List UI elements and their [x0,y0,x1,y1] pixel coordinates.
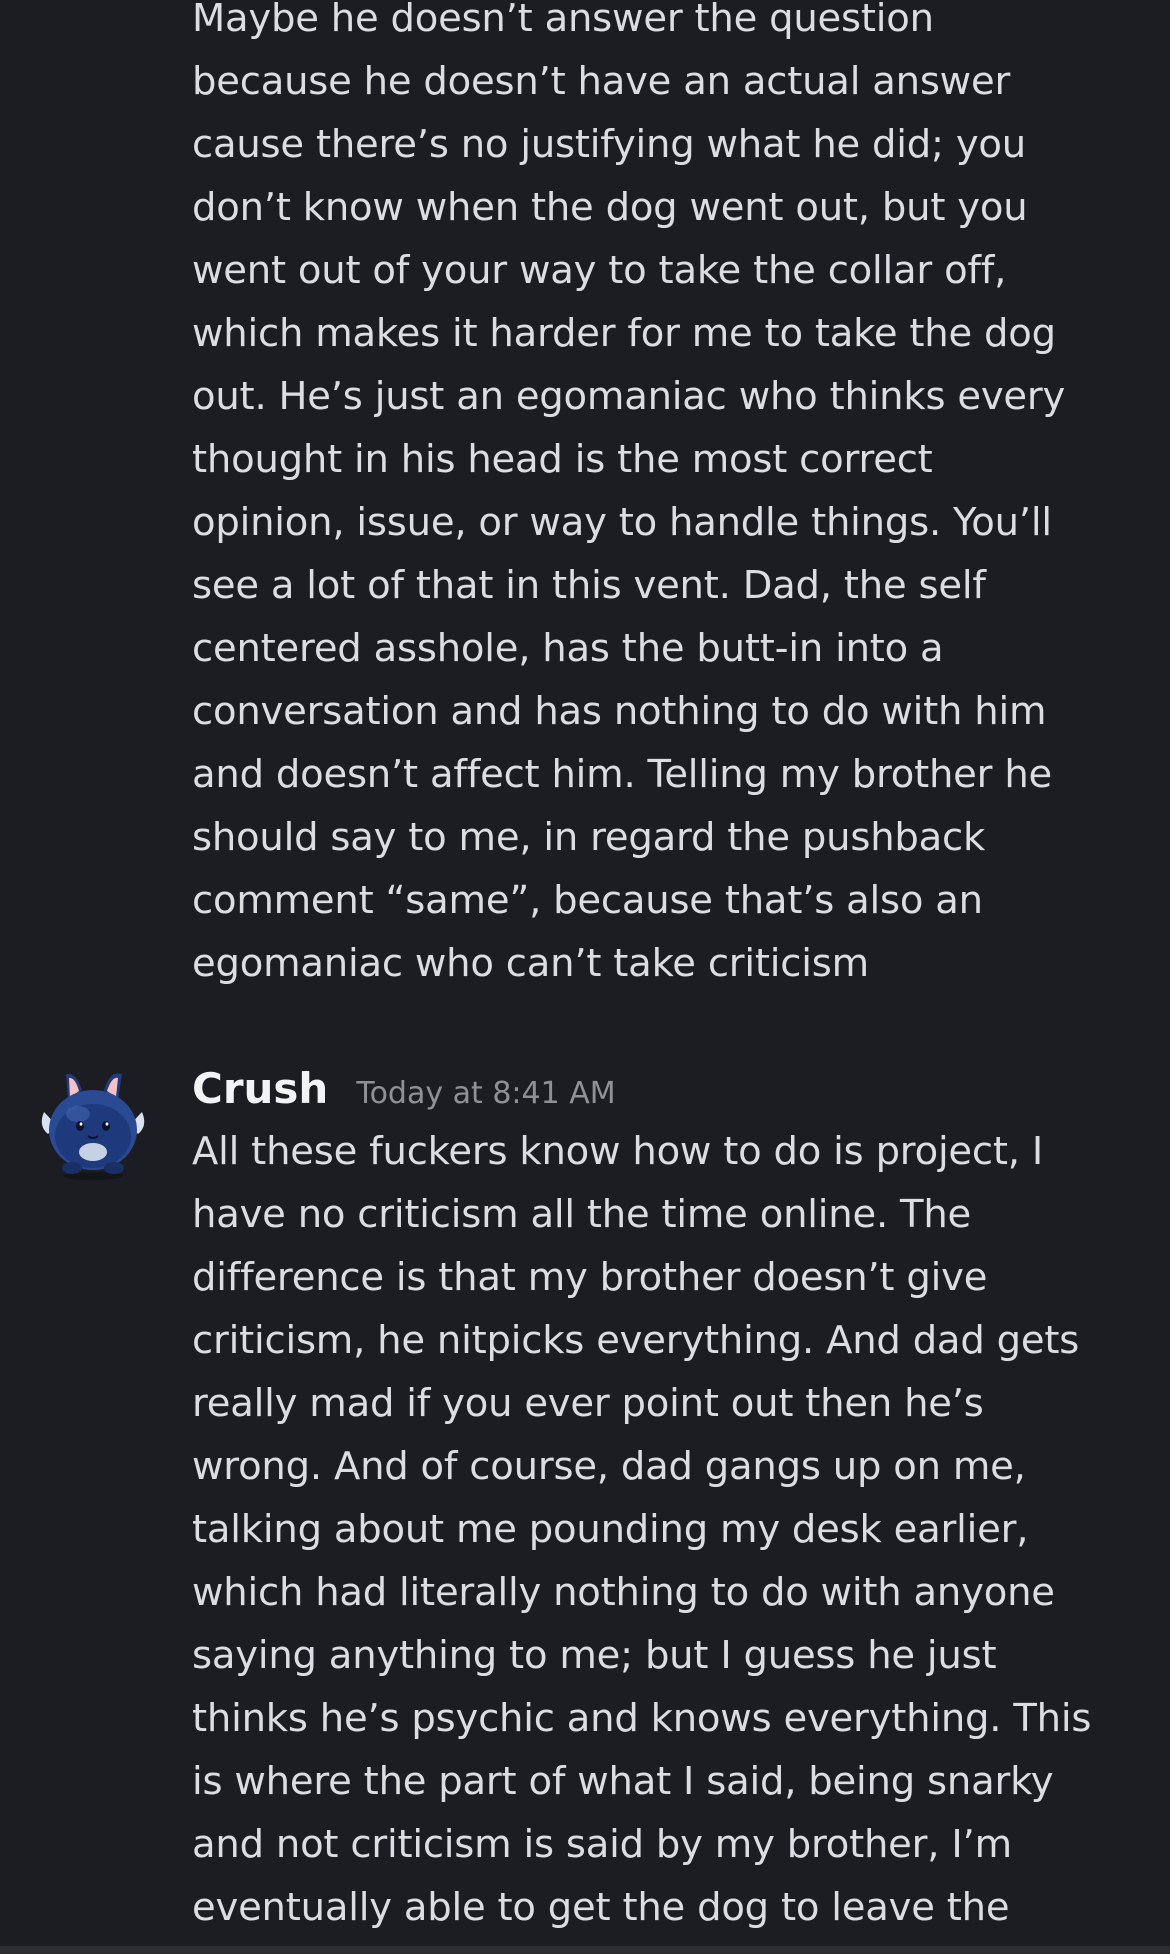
message-line: egomaniac who can’t take criticism [192,941,869,986]
message-line: wrong. And of course, dad gangs up on me… [192,1444,1026,1489]
message-body: All these fuckers know how to do is proj… [192,1120,1142,1939]
message-line: really mad if you ever point out then he… [192,1381,984,1426]
message-timestamp[interactable]: Today at 8:41 AM [356,1061,615,1127]
bottom-divider [0,1946,1170,1954]
avatar[interactable] [38,1064,148,1182]
message-line: Maybe he doesn’t answer the question [192,0,934,41]
avatar-creature-icon [41,1073,145,1180]
message-line: and doesn’t affect him. Telling my broth… [192,752,1053,797]
message-text: All these fuckers know how to do is proj… [192,1120,1142,1939]
message-line: have no criticism all the time online. T… [192,1192,972,1237]
message-line: thought in his head is the most correct [192,437,933,482]
message-line: cause there’s no justifying what he did;… [192,122,1026,167]
message-continued: Maybe he doesn’t answer the question bec… [192,0,1142,995]
message-line: comment “same”, because that’s also an [192,878,983,923]
message-line: see a lot of that in this vent. Dad, the… [192,563,986,608]
message-line: saying anything to me; but I guess he ju… [192,1633,997,1678]
message-line: and not criticism is said by my brother,… [192,1822,1012,1867]
message-line: opinion, issue, or way to handle things.… [192,500,1052,545]
message-line: because he doesn’t have an actual answer [192,59,1011,104]
username[interactable]: Crush [192,1056,328,1122]
message-header: Crush Today at 8:41 AM [192,1056,616,1122]
message-line: talking about me pounding my desk earlie… [192,1507,1029,1552]
message-line: conversation and has nothing to do with … [192,689,1047,734]
message-line: out. He’s just an egomaniac who thinks e… [192,374,1066,419]
message-line: centered asshole, has the butt-in into a [192,626,944,671]
message-line: which had literally nothing to do with a… [192,1570,1055,1615]
chat-log: Maybe he doesn’t answer the question bec… [0,0,1170,1954]
message-line: difference is that my brother doesn’t gi… [192,1255,988,1300]
message-line: All these fuckers know how to do is proj… [192,1129,1044,1174]
message-line: which makes it harder for me to take the… [192,311,1056,356]
message-line: don’t know when the dog went out, but yo… [192,185,1028,230]
message-line: eventually able to get the dog to leave … [192,1885,1010,1930]
message-text: Maybe he doesn’t answer the question bec… [192,0,1142,995]
message-line: went out of your way to take the collar … [192,248,1007,293]
message-line: thinks he’s psychic and knows everything… [192,1696,1092,1741]
message-line: criticism, he nitpicks everything. And d… [192,1318,1080,1363]
message-line: is where the part of what I said, being … [192,1759,1054,1804]
message-line: should say to me, in regard the pushback [192,815,986,860]
